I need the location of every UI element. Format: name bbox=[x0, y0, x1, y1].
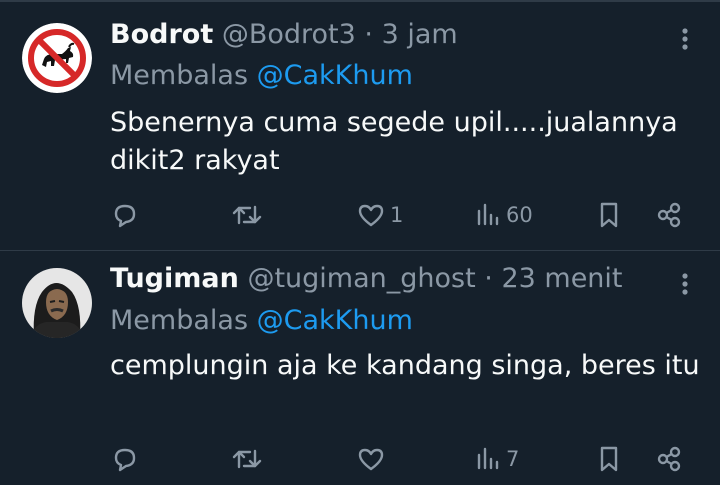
repost-button[interactable] bbox=[230, 442, 264, 476]
bookmark-button[interactable] bbox=[596, 442, 622, 476]
mention-link[interactable]: @CakKhum bbox=[257, 305, 413, 336]
display-name[interactable]: Bodrot bbox=[110, 19, 213, 50]
like-count: 1 bbox=[390, 203, 404, 227]
views-chart-icon bbox=[477, 203, 499, 226]
avatar[interactable] bbox=[22, 23, 92, 93]
reply-bubble-icon bbox=[114, 448, 136, 472]
hooded-man-portrait bbox=[22, 268, 92, 338]
bookmark-icon bbox=[600, 446, 618, 472]
reply-tweet[interactable]: Bodrot @Bodrot3 · 3 jam Membalas @CakKhu… bbox=[0, 0, 720, 250]
avatar[interactable] bbox=[22, 268, 92, 338]
replying-to-label: Membalas bbox=[110, 305, 249, 336]
heart-icon bbox=[358, 448, 384, 471]
repost-icon bbox=[232, 205, 262, 225]
reply-button[interactable] bbox=[110, 198, 140, 232]
more-dots-icon bbox=[682, 28, 688, 50]
timestamp[interactable]: 3 jam bbox=[382, 19, 458, 50]
share-button[interactable] bbox=[654, 198, 684, 232]
replying-to: Membalas @CakKhum bbox=[110, 304, 413, 338]
views-button[interactable]: 7 bbox=[474, 442, 519, 476]
user-handle[interactable]: @tugiman_ghost bbox=[247, 263, 475, 294]
no-bull-sign-icon bbox=[22, 23, 92, 93]
views-count: 7 bbox=[506, 447, 520, 471]
like-button[interactable] bbox=[356, 442, 390, 476]
more-options-button[interactable] bbox=[672, 267, 698, 301]
views-button[interactable]: 60 bbox=[474, 198, 533, 232]
repost-button[interactable] bbox=[230, 198, 264, 232]
reply-button[interactable] bbox=[110, 442, 140, 476]
views-chart-icon bbox=[477, 447, 499, 470]
tweet-header: Tugiman @tugiman_ghost · 23 menit bbox=[110, 262, 623, 296]
timestamp[interactable]: 23 menit bbox=[501, 263, 622, 294]
share-icon bbox=[657, 446, 681, 472]
reply-bubble-icon bbox=[114, 204, 136, 228]
views-count: 60 bbox=[506, 203, 533, 227]
bookmark-icon bbox=[600, 202, 618, 228]
more-dots-icon bbox=[682, 273, 688, 295]
tweet-text: cemplungin aja ke kandang singa, beres i… bbox=[110, 350, 700, 381]
mention-link[interactable]: @CakKhum bbox=[257, 60, 413, 91]
action-bar: 1 60 bbox=[0, 198, 720, 232]
display-name[interactable]: Tugiman bbox=[110, 263, 239, 294]
like-button[interactable]: 1 bbox=[356, 198, 403, 232]
replying-to-label: Membalas bbox=[110, 60, 249, 91]
more-options-button[interactable] bbox=[672, 22, 698, 56]
tweet-text: Sbenernya cuma segede upil.....jualannya… bbox=[110, 107, 678, 176]
user-handle[interactable]: @Bodrot3 bbox=[222, 19, 356, 50]
heart-icon bbox=[358, 204, 384, 227]
separator: · bbox=[364, 19, 373, 50]
action-bar: 7 bbox=[0, 442, 720, 476]
share-button[interactable] bbox=[654, 442, 684, 476]
tweet-header: Bodrot @Bodrot3 · 3 jam bbox=[110, 18, 458, 52]
reply-tweet[interactable]: Tugiman @tugiman_ghost · 23 menit Membal… bbox=[0, 251, 720, 485]
repost-icon bbox=[232, 449, 262, 469]
replying-to: Membalas @CakKhum bbox=[110, 59, 413, 93]
separator: · bbox=[484, 263, 493, 294]
bookmark-button[interactable] bbox=[596, 198, 622, 232]
share-icon bbox=[657, 202, 681, 228]
